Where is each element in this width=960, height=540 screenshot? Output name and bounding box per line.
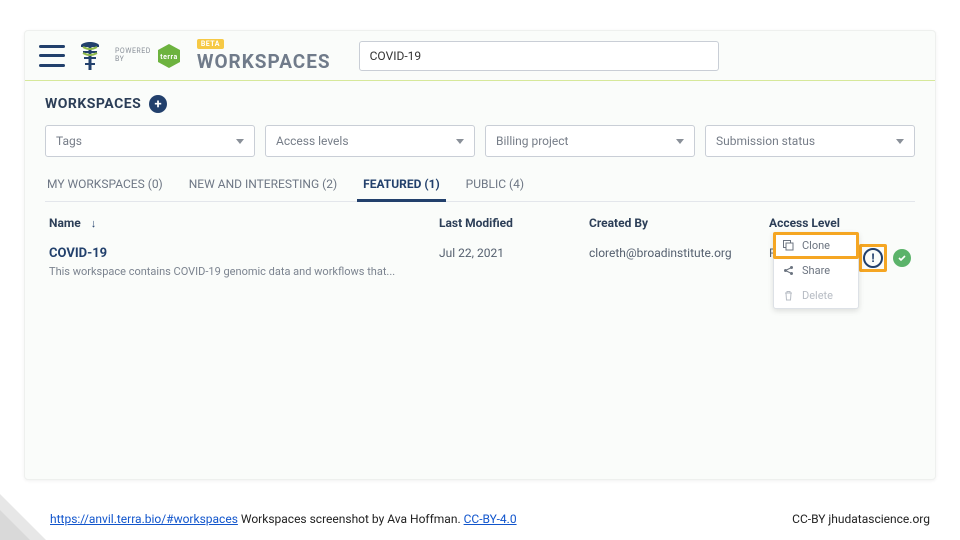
svg-text:terra: terra [160, 53, 177, 61]
info-icon[interactable]: ! [863, 248, 883, 268]
tab-new-interesting[interactable]: NEW AND INTERESTING (2) [187, 169, 339, 201]
beta-badge: BETA [197, 39, 224, 49]
menu-icon[interactable] [39, 45, 65, 67]
sort-arrow-icon: ↓ [91, 217, 97, 230]
workspaces-brand: BETA WORKSPACES [197, 39, 331, 73]
tabs: MY WORKSPACES (0) NEW AND INTERESTING (2… [45, 169, 915, 202]
search-input[interactable] [359, 41, 719, 71]
top-bar: POWERED BY terra BETA WORKSPACES [25, 31, 935, 81]
col-header-access[interactable]: Access Level [769, 216, 911, 230]
col-header-name[interactable]: Name ↓ [49, 216, 439, 230]
filter-access-levels[interactable]: Access levels [265, 125, 475, 157]
chevron-down-icon [676, 139, 684, 144]
section-title: WORKSPACES [45, 96, 141, 112]
workspace-modified: Jul 22, 2021 [439, 246, 589, 278]
terra-logo: terra [155, 42, 183, 70]
share-icon [782, 265, 794, 277]
powered-by-label: POWERED BY terra [115, 42, 183, 70]
menu-delete: Delete [774, 283, 858, 308]
search-wrapper [359, 41, 719, 71]
footer-right: CC-BY jhudatascience.org [792, 512, 930, 526]
col-header-created[interactable]: Created By [589, 216, 769, 230]
corner-decoration [0, 494, 46, 540]
filter-submission-status[interactable]: Submission status [705, 125, 915, 157]
table-row: COVID-19 This workspace contains COVID-1… [45, 240, 915, 290]
highlight-annotation: ! [859, 244, 887, 272]
brand-title: WORKSPACES [197, 50, 331, 73]
app-window: POWERED BY terra BETA WORKSPACES WORKSPA… [24, 30, 936, 480]
tab-my-workspaces[interactable]: MY WORKSPACES (0) [45, 169, 165, 201]
row-badges: ! [859, 244, 911, 272]
menu-clone[interactable]: Clone [773, 232, 859, 259]
filter-billing-project[interactable]: Billing project [485, 125, 695, 157]
footer: https://anvil.terra.bio/#workspaces Work… [50, 512, 930, 526]
filter-row: Tags Access levels Billing project Submi… [45, 125, 915, 157]
content-area: WORKSPACES + Tags Access levels Billing … [25, 81, 935, 290]
menu-share[interactable]: Share [774, 258, 858, 283]
tab-public[interactable]: PUBLIC (4) [464, 169, 526, 201]
filter-tags[interactable]: Tags [45, 125, 255, 157]
chevron-down-icon [456, 139, 464, 144]
anvil-logo [77, 40, 103, 72]
workspace-created-by: cloreth@broadinstitute.org [589, 246, 769, 278]
chevron-down-icon [236, 139, 244, 144]
license-link[interactable]: CC-BY-4.0 [464, 512, 517, 526]
clone-icon [782, 240, 794, 252]
col-header-modified[interactable]: Last Modified [439, 216, 589, 230]
source-link[interactable]: https://anvil.terra.bio/#workspaces [50, 512, 238, 526]
tab-featured[interactable]: FEATURED (1) [361, 169, 442, 201]
chevron-down-icon [896, 139, 904, 144]
workspace-desc: This workspace contains COVID-19 genomic… [49, 265, 439, 278]
trash-icon [782, 290, 794, 302]
status-ok-icon [893, 249, 911, 267]
workspace-name-link[interactable]: COVID-19 [49, 246, 439, 261]
section-header: WORKSPACES + [45, 95, 915, 113]
footer-left: https://anvil.terra.bio/#workspaces Work… [50, 512, 517, 526]
add-workspace-button[interactable]: + [149, 95, 167, 113]
row-action-menu: Clone Share Delete [773, 232, 859, 309]
